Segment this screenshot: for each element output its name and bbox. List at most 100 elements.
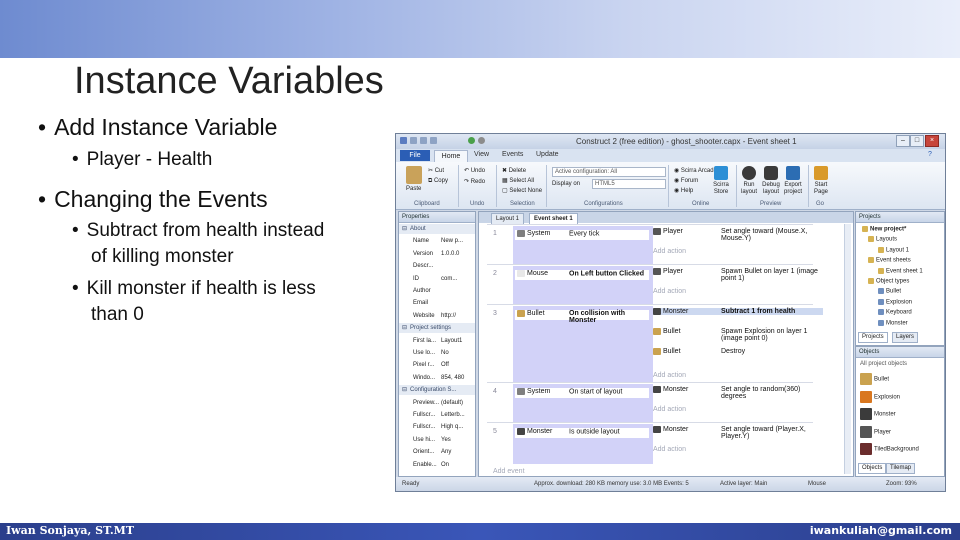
property-row[interactable]: Enable... On [399,460,475,470]
redo-icon[interactable] [430,137,437,144]
property-value[interactable]: 1.0.0.0 [441,249,459,259]
paste-icon[interactable] [406,166,422,184]
project-tree-item[interactable]: Explosion [878,298,912,305]
property-value[interactable]: Any [441,447,451,457]
add-action-button[interactable]: Add action [653,372,686,379]
event-condition-block[interactable]: Mouse On Left button Clicked [513,266,653,304]
minimize-button[interactable]: – [896,135,910,147]
project-tree-item[interactable]: Monster [878,319,908,326]
collapse-icon[interactable]: ⊟ [402,224,407,234]
project-tree-item[interactable]: Keyboard [878,309,912,316]
help-button[interactable]: ◉ Help [674,187,693,194]
property-row[interactable]: Pixel r... Off [399,360,475,370]
property-value[interactable]: New p... [441,236,463,246]
action-row[interactable]: Monster Set angle toward (Player.X, Playe… [653,426,823,440]
property-row[interactable]: Name New p... [399,236,475,246]
property-row[interactable]: Website http:// [399,311,475,321]
property-row[interactable]: ⊟ About [399,224,475,234]
collapse-icon[interactable]: ⊟ [402,385,407,395]
tab-view[interactable]: View [474,151,489,158]
forum-button[interactable]: ◉ Forum [674,177,698,184]
condition-row[interactable]: System Every tick [515,230,649,240]
object-item[interactable]: Monster [860,408,896,420]
project-tree-item[interactable]: Layouts [868,236,897,243]
action-row[interactable]: Player Spawn Bullet on layer 1 (image poi… [653,268,823,282]
add-action-button[interactable]: Add action [653,446,686,453]
tab-layers[interactable]: Layers [892,332,919,343]
add-event-button[interactable]: Add event [493,468,525,475]
property-value[interactable]: Off [441,360,449,370]
property-row[interactable]: Orient... Any [399,447,475,457]
collapse-icon[interactable]: ⊟ [402,323,407,333]
property-row[interactable]: ID com... [399,274,475,284]
property-row[interactable]: Descr... [399,261,475,271]
property-value[interactable]: Layout1 [441,336,462,346]
property-row[interactable]: Author [399,286,475,296]
scirra-arcade-button[interactable]: ◉ Scirra Arcade [674,167,717,174]
run-quick-icon[interactable] [468,137,475,144]
property-row[interactable]: Fullscr... Letterb... [399,410,475,420]
property-row[interactable]: Version 1.0.0.0 [399,249,475,259]
delete-button[interactable]: ✖ Delete [502,167,526,174]
export-project-button[interactable]: Export project [782,182,804,196]
property-value[interactable]: On [441,460,449,470]
project-tree-item[interactable]: New project* [862,226,906,233]
display-on-select[interactable]: HTML5 [592,179,666,189]
property-row[interactable]: ⊟ Configuration S... [399,385,475,396]
scirra-store-button[interactable]: Scirra Store [710,182,732,196]
object-item[interactable]: Player [860,425,891,438]
debug-icon[interactable] [764,166,778,180]
select-none-button[interactable]: ▢ Select None [502,187,542,194]
start-page-icon[interactable] [814,166,828,180]
action-row[interactable]: Bullet Spawn Explosion on layer 1 (image … [653,328,823,342]
paste-button[interactable]: Paste [406,186,421,192]
run-icon[interactable] [742,166,756,180]
save-icon[interactable] [410,137,417,144]
property-value[interactable]: 854, 480 [441,373,464,383]
run-layout-button[interactable]: Run layout [738,182,760,196]
action-row[interactable]: Bullet Destroy [653,348,823,355]
action-row[interactable]: Player Set angle toward (Mouse.X, Mouse.Y… [653,228,823,242]
property-value[interactable]: com... [441,274,457,284]
property-value[interactable]: (default) [441,398,463,408]
event-condition-block[interactable]: Monster Is outside layout [513,424,653,464]
property-row[interactable]: First la... Layout1 [399,336,475,346]
project-tree-item[interactable]: Object types [868,278,909,285]
objects-filter[interactable]: All project objects [860,361,907,367]
add-action-button[interactable]: Add action [653,288,686,295]
property-value[interactable]: Letterb... [441,410,465,420]
cut-button[interactable]: ✂ Cut [428,167,444,174]
event-condition-block[interactable]: System On start of layout [513,384,653,422]
settings-quick-icon[interactable] [478,137,485,144]
property-value[interactable]: Yes [441,435,451,445]
tab-objects[interactable]: Objects [858,463,887,474]
redo-button[interactable]: ↷ Redo [464,178,485,185]
object-item[interactable]: Bullet [860,373,889,385]
property-row[interactable]: Email [399,298,475,308]
tab-tilemap[interactable]: Tilemap [886,463,916,474]
object-item[interactable]: TiledBackground [860,443,919,455]
property-row[interactable]: Use hi... Yes [399,435,475,445]
undo-button[interactable]: ↶ Undo [464,167,485,174]
event-scrollbar[interactable] [844,224,851,474]
close-button[interactable]: × [925,135,939,147]
active-configuration-select[interactable]: Active configuration: All [552,167,666,177]
undo-icon[interactable] [420,137,427,144]
project-tree-item[interactable]: Event sheet 1 [878,267,923,274]
select-all-button[interactable]: ▦ Select All [502,177,534,184]
property-value[interactable]: High q... [441,422,463,432]
export-icon[interactable] [786,166,800,180]
event-condition-block[interactable]: Bullet On collision with Monster [513,306,653,382]
condition-row[interactable]: Bullet On collision with Monster [515,310,649,324]
add-action-button[interactable]: Add action [653,406,686,413]
project-tree-item[interactable]: Event sheets [868,257,911,264]
object-item[interactable]: Explosion [860,390,900,403]
property-row[interactable]: ⊟ Project settings [399,323,475,334]
property-value[interactable]: http:// [441,311,456,321]
copy-button[interactable]: ⧉ Copy [428,178,448,185]
add-action-button[interactable]: Add action [653,248,686,255]
tab-file[interactable]: File [400,150,430,161]
tab-update[interactable]: Update [536,151,559,158]
store-icon[interactable] [714,166,728,180]
condition-row[interactable]: Monster Is outside layout [515,428,649,438]
